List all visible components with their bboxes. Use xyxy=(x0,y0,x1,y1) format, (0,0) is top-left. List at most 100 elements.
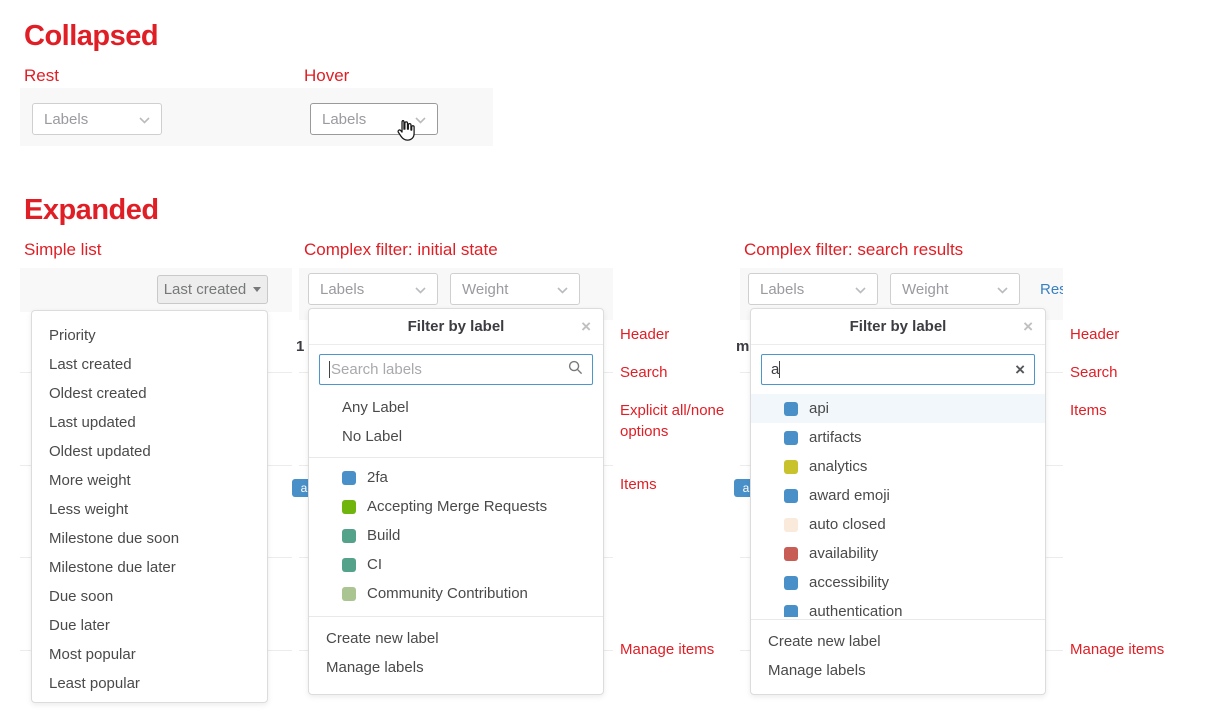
annotation-header: Header xyxy=(1070,324,1119,345)
labels-filter-dropdown[interactable]: Labels xyxy=(308,273,438,305)
manage-labels-link[interactable]: Manage labels xyxy=(751,656,1045,685)
sort-option[interactable]: Oldest updated xyxy=(32,437,267,466)
panel-title: Filter by label xyxy=(309,309,603,344)
create-new-label-link[interactable]: Create new label xyxy=(309,624,603,653)
annotation-explicit-options: Explicit all/none options xyxy=(620,400,745,442)
sort-option[interactable]: Due soon xyxy=(32,582,267,611)
labels-dropdown-hover[interactable]: Labels xyxy=(310,103,438,135)
label-name: Build xyxy=(367,527,400,544)
label-option[interactable]: 2fa xyxy=(309,463,603,492)
create-new-label-link[interactable]: Create new label xyxy=(751,627,1045,656)
sort-option[interactable]: Last created xyxy=(32,350,267,379)
label-color-swatch xyxy=(784,489,798,503)
clear-search-icon[interactable]: × xyxy=(1015,361,1025,378)
dropdown-label: Labels xyxy=(44,111,88,128)
collapsed-heading: Collapsed xyxy=(24,20,158,53)
background-text-fragment: 1 xyxy=(296,338,304,355)
label-option[interactable]: CI xyxy=(309,550,603,579)
sort-option[interactable]: Least popular xyxy=(32,669,267,698)
search-input[interactable]: a × xyxy=(761,354,1035,385)
search-value: a xyxy=(771,361,779,378)
chevron-down-icon xyxy=(557,281,568,298)
background-text-fragment: m xyxy=(736,338,749,355)
label-color-swatch xyxy=(342,558,356,572)
label-color-swatch xyxy=(784,460,798,474)
sort-option[interactable]: Milestone due later xyxy=(32,553,267,582)
chevron-down-icon xyxy=(415,281,426,298)
close-icon[interactable]: × xyxy=(1023,309,1033,344)
label-results-list: api artifacts analytics award emojiauto clo… xyxy=(751,394,1045,617)
label-name: analytics xyxy=(809,458,867,475)
sort-option[interactable]: Priority xyxy=(32,321,267,350)
label-option[interactable]: auto closed xyxy=(751,510,1045,539)
all-none-options-list: Any LabelNo Label xyxy=(309,393,603,451)
annotation-search: Search xyxy=(620,362,668,383)
panel-header: Filter by label × xyxy=(309,309,603,345)
simple-list-caption: Simple list xyxy=(24,240,101,260)
label-name: CI xyxy=(367,556,382,573)
label-name: Community Contribution xyxy=(367,585,528,602)
hover-caption: Hover xyxy=(304,66,349,86)
text-cursor xyxy=(779,361,780,378)
style-guide-page: Collapsed Rest Hover Labels Labels Expan… xyxy=(0,0,1218,722)
annotation-items: Items xyxy=(1070,400,1107,421)
sort-option[interactable]: Less weight xyxy=(32,495,267,524)
label-color-swatch xyxy=(784,402,798,416)
label-option[interactable]: analytics xyxy=(751,452,1045,481)
sort-options-panel: PriorityLast createdOldest createdLast u… xyxy=(31,310,268,703)
label-color-swatch xyxy=(784,518,798,532)
label-option[interactable]: availability xyxy=(751,539,1045,568)
filter-option[interactable]: Any Label xyxy=(309,393,603,422)
labels-filter-dropdown[interactable]: Labels xyxy=(748,273,878,305)
label-name: api xyxy=(809,400,829,417)
sort-option[interactable]: More weight xyxy=(32,466,267,495)
dropdown-label: Weight xyxy=(902,281,948,298)
rest-caption: Rest xyxy=(24,66,59,86)
sort-option[interactable]: Due later xyxy=(32,611,267,640)
label-option[interactable]: accessibility xyxy=(751,568,1045,597)
label-name: Accepting Merge Requests xyxy=(367,498,547,515)
panel-title: Filter by label xyxy=(751,309,1045,344)
weight-filter-dropdown[interactable]: Weight xyxy=(890,273,1020,305)
dropdown-label: Weight xyxy=(462,281,508,298)
label-option[interactable]: Community Contribution xyxy=(309,579,603,608)
sort-button-label: Last created xyxy=(164,281,247,298)
panel-footer: Create new label Manage labels xyxy=(309,616,603,682)
sort-dropdown-button[interactable]: Last created xyxy=(157,275,268,304)
filter-option[interactable]: No Label xyxy=(309,422,603,451)
label-option[interactable]: Build xyxy=(309,521,603,550)
sort-option[interactable]: Oldest created xyxy=(32,379,267,408)
label-name: authentication xyxy=(809,603,902,617)
panel-footer: Create new label Manage labels xyxy=(751,619,1045,685)
label-color-swatch xyxy=(784,547,798,561)
annotation-manage-items: Manage items xyxy=(1070,639,1164,660)
manage-labels-link[interactable]: Manage labels xyxy=(309,653,603,682)
sort-options-list: PriorityLast createdOldest createdLast u… xyxy=(32,321,267,698)
label-color-swatch xyxy=(342,587,356,601)
label-color-swatch xyxy=(784,605,798,618)
sort-option[interactable]: Most popular xyxy=(32,640,267,669)
label-options-list: 2fa Accepting Merge Requests Build CI Commun… xyxy=(309,463,603,608)
label-name: accessibility xyxy=(809,574,889,591)
label-name: artifacts xyxy=(809,429,862,446)
reset-link[interactable]: Res xyxy=(1040,281,1063,298)
weight-filter-dropdown[interactable]: Weight xyxy=(450,273,580,305)
label-option[interactable]: Accepting Merge Requests xyxy=(309,492,603,521)
annotation-header: Header xyxy=(620,324,669,345)
sort-option[interactable]: Last updated xyxy=(32,408,267,437)
chevron-down-icon xyxy=(997,281,1008,298)
chevron-down-icon xyxy=(855,281,866,298)
labels-dropdown-rest[interactable]: Labels xyxy=(32,103,162,135)
label-option[interactable]: artifacts xyxy=(751,423,1045,452)
sort-option[interactable]: Milestone due soon xyxy=(32,524,267,553)
label-option[interactable]: api xyxy=(751,394,1045,423)
close-icon[interactable]: × xyxy=(581,309,591,344)
text-cursor xyxy=(329,361,330,378)
panel-header: Filter by label × xyxy=(751,309,1045,345)
label-option[interactable]: award emoji xyxy=(751,481,1045,510)
search-icon xyxy=(568,360,583,379)
complex-initial-caption: Complex filter: initial state xyxy=(304,240,498,260)
dropdown-label: Labels xyxy=(760,281,804,298)
search-input[interactable]: Search labels xyxy=(319,354,593,385)
label-option[interactable]: authentication xyxy=(751,597,1045,617)
